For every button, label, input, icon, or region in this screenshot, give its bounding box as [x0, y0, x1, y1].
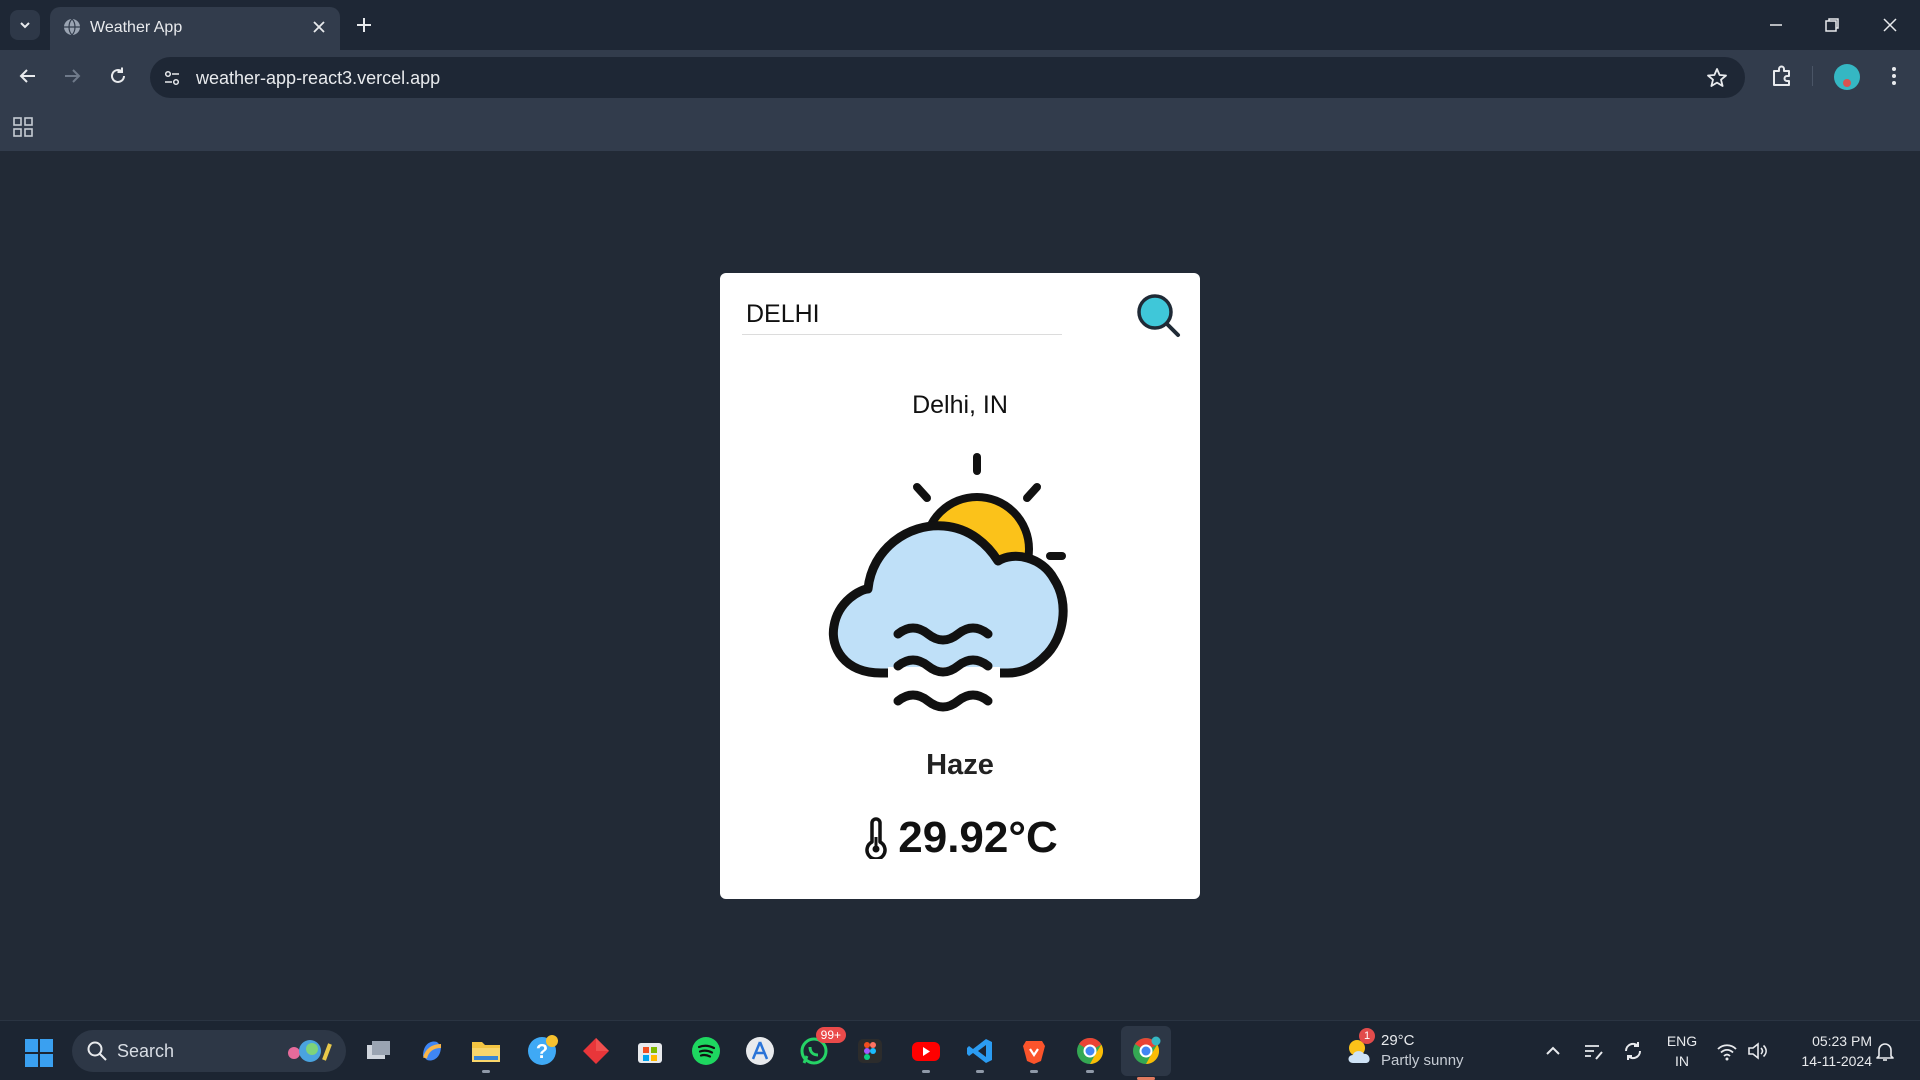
dev-app[interactable] — [578, 1033, 614, 1069]
figma-icon — [858, 1039, 882, 1063]
youtube-icon — [912, 1042, 940, 1061]
close-icon[interactable] — [310, 18, 328, 36]
notification-badge: 99+ — [815, 1027, 846, 1043]
wifi-icon[interactable] — [1716, 1040, 1738, 1062]
thermometer-icon — [865, 817, 887, 859]
taskbar-search-label: Search — [117, 1041, 175, 1061]
arrow-left-icon — [19, 69, 35, 83]
new-tab-plus-icon[interactable] — [352, 13, 376, 37]
file-explorer-app[interactable] — [468, 1033, 504, 1073]
chrome-profile-icon — [1133, 1036, 1161, 1065]
browser-toolbar: weather-app-react3.vercel.app — [0, 50, 1920, 102]
spotify-icon — [692, 1037, 720, 1065]
toolbar-divider — [1812, 66, 1813, 86]
vscode-icon — [967, 1039, 992, 1063]
help-icon: ? — [528, 1035, 558, 1065]
search-icon[interactable] — [1136, 293, 1182, 339]
bookmarks-bar — [0, 102, 1920, 151]
bell-icon[interactable] — [1874, 1040, 1896, 1062]
vscode-app[interactable] — [962, 1033, 998, 1073]
weather-condition: Haze — [926, 749, 994, 781]
running-indicator — [922, 1070, 930, 1073]
task-view-icon — [367, 1041, 390, 1059]
language-code: ENG — [1666, 1033, 1698, 1049]
browser-tab-strip: Weather App — [0, 0, 1920, 50]
city-name: Delhi, IN — [912, 391, 1008, 419]
profile-avatar[interactable] — [1834, 64, 1860, 90]
taskbar-weather-temp: 29°C — [1381, 1032, 1415, 1049]
whatsapp-app[interactable]: 99+ — [796, 1027, 846, 1069]
language-indicator[interactable]: ENG IN — [1662, 1031, 1702, 1071]
system-clock[interactable]: 05:23 PM 14-11-2024 — [1782, 1031, 1872, 1071]
brave-app[interactable] — [1016, 1033, 1052, 1073]
weather-alert-badge: 1 — [1359, 1028, 1375, 1044]
globe-icon — [64, 18, 80, 36]
temperature-value: 29.92°C — [898, 813, 1058, 862]
chrome-app[interactable] — [1072, 1033, 1108, 1073]
chevron-up-icon[interactable] — [1542, 1040, 1564, 1062]
weather-card: Delhi, IN Haze 29.92°C — [720, 273, 1200, 899]
taskbar-weather-desc: Partly sunny — [1381, 1052, 1464, 1069]
profile-status-dot — [1843, 79, 1851, 87]
extensions-puzzle-icon[interactable] — [1768, 62, 1796, 90]
windows-taskbar: Search ? 99+ 1 29°C Partly sunny ENG IN … — [0, 1020, 1920, 1080]
forward-button[interactable] — [58, 62, 86, 90]
store-icon — [638, 1043, 662, 1063]
taskbar-search-box[interactable]: Search — [72, 1030, 346, 1072]
reload-button[interactable] — [104, 62, 132, 90]
star-icon[interactable] — [1705, 66, 1729, 90]
more-vert-icon[interactable] — [1880, 62, 1908, 90]
figma-app[interactable] — [852, 1033, 888, 1069]
address-bar[interactable]: weather-app-react3.vercel.app — [150, 57, 1745, 98]
back-button[interactable] — [14, 62, 42, 90]
copilot-app[interactable] — [414, 1033, 450, 1069]
svg-text:?: ? — [536, 1041, 548, 1063]
window-close-icon[interactable] — [1878, 13, 1902, 37]
tune-icon — [164, 70, 180, 86]
running-indicator — [1030, 1070, 1038, 1073]
pen-menu-icon[interactable] — [1582, 1040, 1604, 1062]
search-icon — [87, 1041, 107, 1061]
haze-cloud-sun-icon — [828, 453, 1068, 712]
restore-icon[interactable] — [1820, 13, 1844, 37]
youtube-app[interactable] — [908, 1033, 944, 1073]
tab-title: Weather App — [90, 19, 183, 36]
clock-date: 14-11-2024 — [1801, 1053, 1872, 1069]
running-indicator — [1086, 1070, 1094, 1073]
volume-icon[interactable] — [1746, 1040, 1768, 1062]
site-info-button[interactable] — [160, 66, 184, 90]
reload-icon — [111, 67, 125, 83]
folder-icon — [472, 1042, 500, 1062]
microsoft-store-app[interactable] — [632, 1033, 668, 1069]
clock-time: 05:23 PM — [1812, 1033, 1872, 1049]
temperature-row: 29.92°C — [720, 813, 1200, 863]
spotify-app[interactable] — [688, 1033, 724, 1069]
chevron-down-icon — [20, 22, 30, 29]
taskbar-weather-widget[interactable]: 1 29°C Partly sunny — [1345, 1028, 1485, 1073]
running-indicator — [482, 1070, 490, 1073]
city-search-input[interactable] — [742, 295, 1062, 335]
minimize-icon[interactable] — [1764, 13, 1788, 37]
chrome-icon — [1077, 1037, 1104, 1065]
diamond-icon — [583, 1038, 609, 1064]
copilot-icon — [423, 1041, 442, 1061]
chrome-app-active[interactable] — [1121, 1026, 1171, 1080]
tab-search-button[interactable] — [10, 10, 40, 40]
url-text[interactable]: weather-app-react3.vercel.app — [196, 68, 440, 89]
search-highlight-icon — [288, 1040, 332, 1062]
browser-tab-active[interactable]: Weather App — [50, 7, 340, 50]
triangle-a-icon — [746, 1037, 774, 1065]
brave-lion-icon — [1023, 1041, 1045, 1064]
task-view-app[interactable] — [360, 1033, 396, 1069]
apps-grid-icon[interactable] — [12, 116, 34, 138]
running-indicator — [976, 1070, 984, 1073]
windows-start-icon[interactable] — [24, 1038, 54, 1068]
language-region: IN — [1675, 1053, 1689, 1069]
get-help-app[interactable]: ? — [524, 1033, 560, 1069]
arrow-right-icon — [65, 69, 81, 83]
app-a[interactable] — [742, 1033, 778, 1069]
sync-icon[interactable] — [1622, 1040, 1644, 1062]
